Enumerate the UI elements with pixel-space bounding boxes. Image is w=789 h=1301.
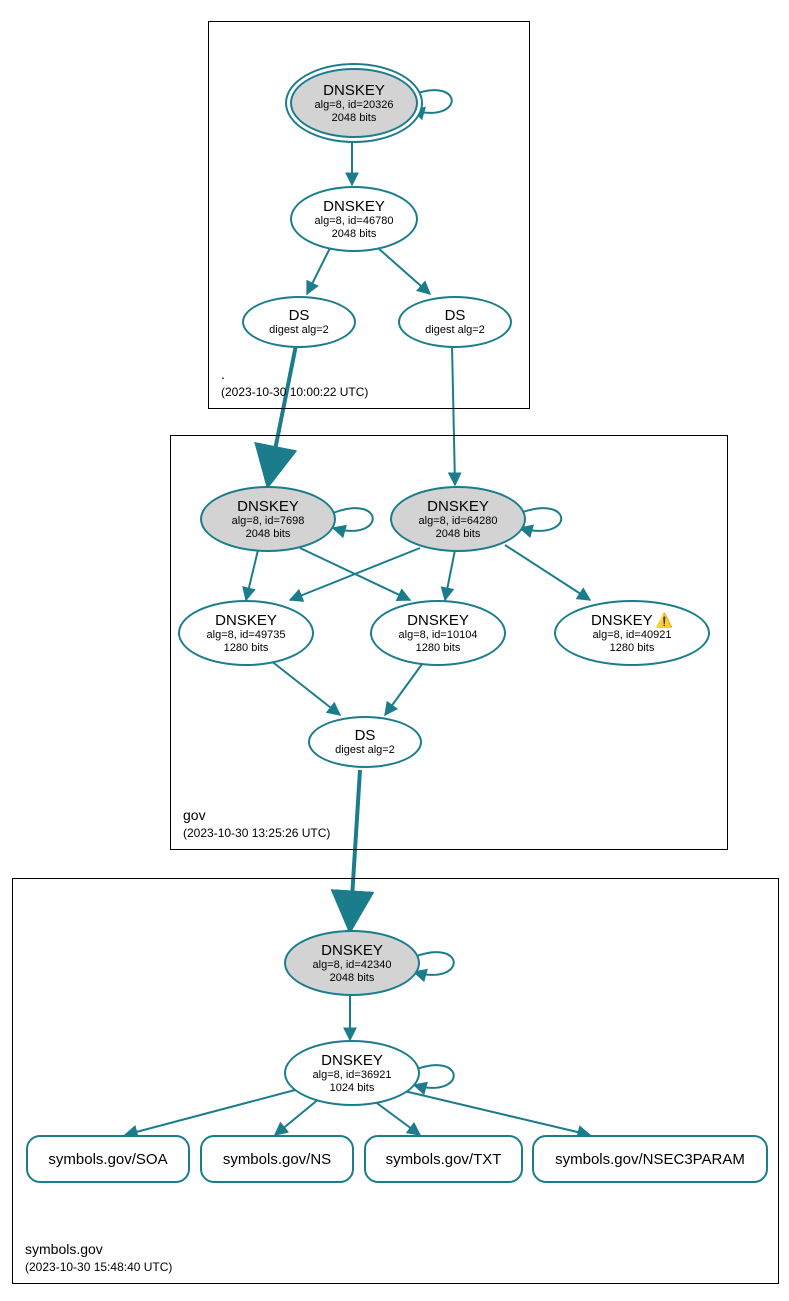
node-title: DNSKEY: [215, 612, 277, 629]
node-sym-ns: symbols.gov/NS: [200, 1135, 354, 1183]
node-root-ksk: DNSKEY alg=8, id=20326 2048 bits: [290, 68, 418, 138]
node-sub1: alg=8, id=7698: [232, 515, 305, 528]
node-sub1: alg=8, id=40921: [593, 629, 672, 642]
zone-gov-label: gov (2023-10-30 13:25:26 UTC): [183, 806, 330, 841]
node-title: symbols.gov/NSEC3PARAM: [555, 1151, 745, 1168]
node-root-ds1: DS digest alg=2: [242, 296, 356, 348]
node-gov-zsk3: DNSKEY⚠️ alg=8, id=40921 1280 bits: [554, 600, 710, 666]
node-title: DNSKEY: [407, 612, 469, 629]
node-sub2: 1280 bits: [416, 642, 461, 655]
node-sym-nsec3: symbols.gov/NSEC3PARAM: [532, 1135, 768, 1183]
node-title: symbols.gov/SOA: [48, 1151, 167, 1168]
zone-gov-ts: (2023-10-30 13:25:26 UTC): [183, 825, 330, 841]
zone-gov-name: gov: [183, 806, 330, 825]
node-gov-zsk2: DNSKEY alg=8, id=10104 1280 bits: [370, 600, 506, 666]
node-sub1: digest alg=2: [269, 324, 329, 337]
zone-root-ts: (2023-10-30 10:00:22 UTC): [221, 384, 368, 400]
zone-root-name: .: [221, 365, 368, 384]
diagram-canvas: . (2023-10-30 10:00:22 UTC) gov (2023-10…: [0, 0, 789, 1301]
node-title: DNSKEY: [321, 1052, 383, 1069]
node-sub2: 2048 bits: [436, 528, 481, 541]
node-sub2: 1024 bits: [330, 1082, 375, 1095]
node-sub1: alg=8, id=36921: [313, 1069, 392, 1082]
node-gov-ds: DS digest alg=2: [308, 716, 422, 768]
node-sub2: 1280 bits: [224, 642, 269, 655]
node-sub1: alg=8, id=46780: [315, 215, 394, 228]
node-title: symbols.gov/TXT: [386, 1151, 502, 1168]
zone-symbols-ts: (2023-10-30 15:48:40 UTC): [25, 1259, 172, 1275]
zone-root-label: . (2023-10-30 10:00:22 UTC): [221, 365, 368, 400]
node-sub1: alg=8, id=10104: [399, 629, 478, 642]
node-title: DNSKEY: [321, 942, 383, 959]
node-sub1: alg=8, id=42340: [313, 959, 392, 972]
node-gov-ksk2: DNSKEY alg=8, id=64280 2048 bits: [390, 486, 526, 552]
node-title: DNSKEY: [323, 82, 385, 99]
node-title: DS: [289, 307, 310, 324]
node-sub1: digest alg=2: [335, 744, 395, 757]
warning-icon: ⚠️: [656, 612, 673, 629]
node-gov-ksk1: DNSKEY alg=8, id=7698 2048 bits: [200, 486, 336, 552]
node-title: DNSKEY: [323, 198, 385, 215]
node-gov-zsk1: DNSKEY alg=8, id=49735 1280 bits: [178, 600, 314, 666]
zone-symbols-name: symbols.gov: [25, 1240, 172, 1259]
node-sub2: 2048 bits: [330, 972, 375, 985]
node-sym-soa: symbols.gov/SOA: [26, 1135, 190, 1183]
node-title: DNSKEY⚠️: [591, 612, 673, 629]
node-sym-ksk: DNSKEY alg=8, id=42340 2048 bits: [284, 930, 420, 996]
zone-symbols-label: symbols.gov (2023-10-30 15:48:40 UTC): [25, 1240, 172, 1275]
node-sub1: alg=8, id=20326: [315, 99, 394, 112]
node-sub1: alg=8, id=64280: [419, 515, 498, 528]
node-sym-zsk: DNSKEY alg=8, id=36921 1024 bits: [284, 1040, 420, 1106]
node-title: symbols.gov/NS: [223, 1151, 331, 1168]
node-sub1: alg=8, id=49735: [207, 629, 286, 642]
node-title: DNSKEY: [237, 498, 299, 515]
node-sub2: 1280 bits: [610, 642, 655, 655]
node-sub2: 2048 bits: [332, 112, 377, 125]
node-sub1: digest alg=2: [425, 324, 485, 337]
node-sym-txt: symbols.gov/TXT: [364, 1135, 523, 1183]
node-root-zsk: DNSKEY alg=8, id=46780 2048 bits: [290, 186, 418, 252]
node-sub2: 2048 bits: [246, 528, 291, 541]
node-title: DNSKEY: [427, 498, 489, 515]
node-title: DS: [355, 727, 376, 744]
node-title: DS: [445, 307, 466, 324]
node-sub2: 2048 bits: [332, 228, 377, 241]
node-root-ds2: DS digest alg=2: [398, 296, 512, 348]
